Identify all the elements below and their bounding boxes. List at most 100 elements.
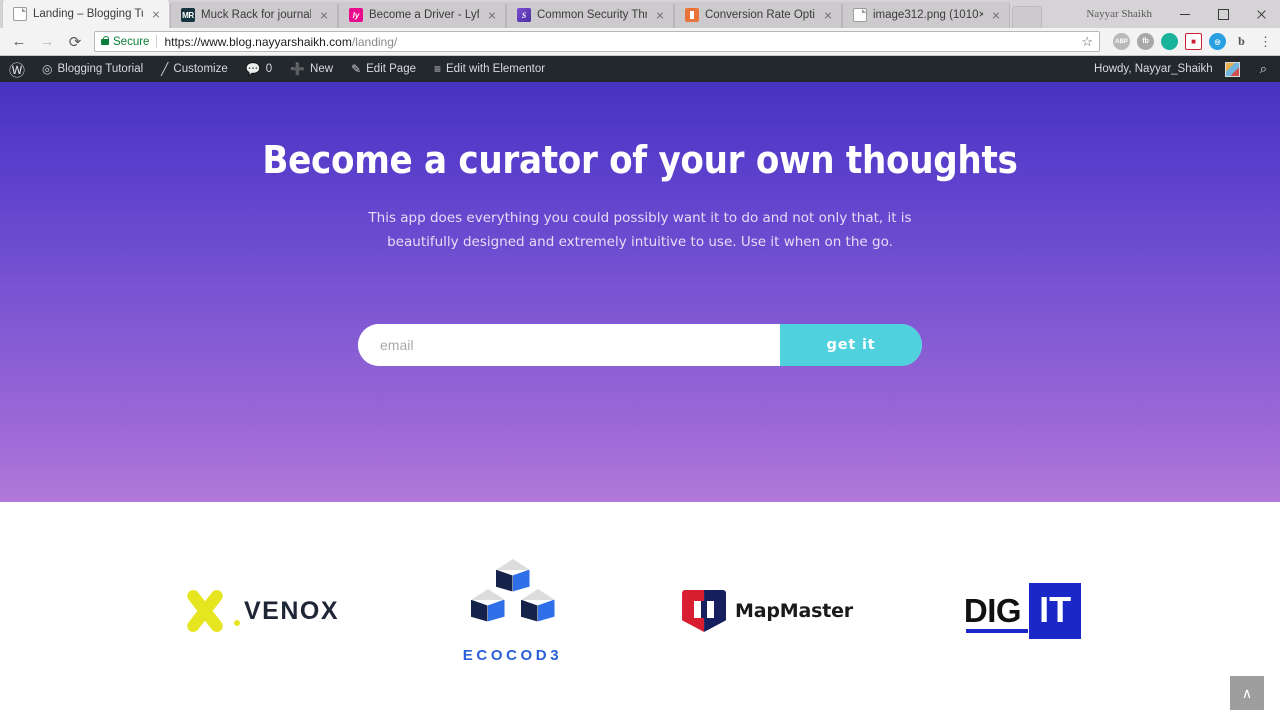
bitly-extension-icon[interactable]: b — [1233, 33, 1250, 50]
mapmaster-logo: MapMaster — [682, 590, 853, 632]
greeting-label: Howdy, Nayyar_Shaikh — [1094, 63, 1213, 75]
security-icon: S — [517, 8, 531, 22]
venox-dot-icon — [233, 620, 240, 626]
close-tab-icon[interactable] — [149, 7, 163, 21]
url-path: /landing/ — [351, 34, 398, 49]
admin-bar-label: Customize — [173, 63, 228, 75]
browser-tab-2[interactable]: MR Muck Rack for journalists — [170, 2, 338, 28]
lyft-icon: ly — [349, 8, 363, 22]
get-it-button[interactable]: get it — [780, 324, 922, 366]
browser-tab-3[interactable]: ly Become a Driver - Lyft — [338, 2, 506, 28]
admin-bar-item-comments[interactable]: 💬 0 — [237, 56, 281, 82]
ecocode-cubes-icon — [465, 558, 561, 637]
browser-tab-6[interactable]: image312.png (1010×41 — [842, 2, 1010, 28]
email-input[interactable] — [358, 324, 780, 366]
signup-form: get it — [358, 324, 922, 366]
wordpress-admin-bar: Ⓦ ◎ Blogging Tutorial ╱ Customize 💬 0 ➕ … — [0, 56, 1280, 82]
admin-bar-item-site-name[interactable]: ◎ Blogging Tutorial — [33, 56, 152, 82]
security-status-label: Secure — [113, 35, 150, 48]
admin-bar-right: Howdy, Nayyar_Shaikh ⌕ — [1085, 56, 1280, 82]
close-tab-icon[interactable] — [485, 8, 499, 22]
address-bar[interactable]: Secure https://www.blog.nayyarshaikh.com… — [94, 31, 1100, 52]
admin-bar-label: New — [310, 63, 334, 75]
tab-title: Common Security Threat — [537, 9, 647, 21]
admin-bar-item-customize[interactable]: ╱ Customize — [152, 56, 237, 82]
logo-venox: VENOX — [130, 584, 385, 638]
admin-bar-item-edit-with-elementor[interactable]: ≡ Edit with Elementor — [425, 56, 554, 82]
bookmark-star-icon[interactable]: ☆ — [1081, 34, 1093, 50]
facebook-pixel-extension-icon[interactable]: fb — [1137, 33, 1154, 50]
close-tab-icon[interactable] — [653, 8, 667, 22]
close-tab-icon[interactable] — [989, 8, 1003, 22]
comment-icon: 💬 — [245, 62, 261, 76]
muckrack-icon: MR — [181, 8, 195, 22]
close-tab-icon[interactable] — [317, 8, 331, 22]
window-controls: Nayyar Shaikh — [1086, 0, 1280, 28]
pencil-icon: ✎ — [351, 62, 362, 76]
logo-ecocode: ECOCOD3 — [385, 558, 640, 664]
ecocode-label: ECOCOD3 — [462, 646, 563, 664]
browser-tab-1[interactable]: Landing – Blogging Tutor — [2, 0, 170, 28]
paintbrush-icon: ╱ — [161, 62, 169, 76]
tab-title: image312.png (1010×41 — [873, 9, 983, 21]
blue-extension-icon[interactable]: ◎ — [1209, 33, 1226, 50]
digit-logo: DIG IT — [963, 583, 1082, 639]
wordpress-logo-icon[interactable]: Ⓦ — [2, 57, 33, 81]
page-title: Become a curator of your own thoughts — [262, 138, 1018, 182]
new-tab-button[interactable] — [1012, 6, 1042, 28]
scroll-to-top-button[interactable]: ∧ — [1230, 676, 1264, 710]
tab-title: Landing – Blogging Tutor — [33, 8, 143, 20]
admin-bar-label: 0 — [265, 63, 273, 75]
shield-extension-icon[interactable]: ■ — [1185, 33, 1202, 50]
minimize-icon[interactable] — [1166, 0, 1204, 28]
close-tab-icon[interactable] — [821, 8, 835, 22]
digit-dig-label: DIG — [963, 592, 1022, 629]
logo-mapmaster: MapMaster — [640, 590, 895, 632]
hero-subtext: This app does everything you could possi… — [368, 210, 912, 250]
admin-bar-greeting[interactable]: Howdy, Nayyar_Shaikh — [1085, 56, 1249, 82]
reload-icon[interactable]: ⟳ — [62, 29, 88, 55]
url-domain: https://www.blog.nayyarshaikh.com — [164, 34, 352, 49]
plus-icon: ➕ — [290, 62, 306, 76]
hero-section: Become a curator of your own thoughts Th… — [0, 82, 1280, 502]
maximize-icon[interactable] — [1204, 0, 1242, 28]
tab-title: Conversion Rate Optimiz — [705, 9, 815, 21]
forward-icon[interactable]: → — [34, 29, 60, 55]
browser-tab-5[interactable]: Conversion Rate Optimiz — [674, 2, 842, 28]
admin-bar-label: Edit Page — [366, 63, 416, 75]
tab-strip: Landing – Blogging Tutor MR Muck Rack fo… — [0, 0, 1280, 28]
client-logos-section: VENOX ECOCOD3 MapMaster DIG IT — [0, 502, 1280, 720]
lock-icon — [101, 35, 110, 45]
close-window-icon[interactable] — [1242, 0, 1280, 28]
admin-bar-label: Edit with Elementor — [446, 63, 546, 75]
green-extension-icon[interactable] — [1161, 33, 1178, 50]
chrome-browser-window: Landing – Blogging Tutor MR Muck Rack fo… — [0, 0, 1280, 720]
digit-it-label: IT — [1039, 589, 1072, 630]
adblock-plus-extension-icon[interactable]: ABP — [1113, 33, 1130, 50]
logo-digit: DIG IT — [895, 583, 1150, 639]
avatar — [1224, 61, 1240, 77]
browser-tab-4[interactable]: S Common Security Threat — [506, 2, 674, 28]
venox-label: VENOX — [243, 596, 340, 625]
tab-title: Become a Driver - Lyft — [369, 9, 479, 21]
venox-x-icon — [176, 584, 230, 638]
elementor-icon: ≡ — [434, 62, 442, 76]
mapmaster-shield-icon — [682, 590, 727, 632]
venox-logo: VENOX — [176, 584, 339, 638]
page-icon — [13, 7, 27, 21]
tab-title: Muck Rack for journalists — [201, 9, 311, 21]
cro-icon — [685, 8, 699, 22]
back-icon[interactable]: ← — [6, 29, 32, 55]
admin-bar-item-edit-page[interactable]: ✎ Edit Page — [342, 56, 425, 82]
digit-dig-wrap: DIG — [963, 592, 1029, 633]
divider — [156, 35, 158, 48]
admin-bar-label: Blogging Tutorial — [57, 63, 144, 75]
digit-it-box: IT — [1029, 583, 1082, 639]
browser-menu-icon[interactable]: ⋮ — [1259, 35, 1272, 48]
page-icon — [853, 8, 867, 22]
profile-name[interactable]: Nayyar Shaikh — [1086, 8, 1152, 20]
admin-bar-item-new[interactable]: ➕ New — [281, 56, 342, 82]
page-viewport: Become a curator of your own thoughts Th… — [0, 82, 1280, 720]
search-icon[interactable]: ⌕ — [1249, 61, 1280, 77]
mapmaster-label: MapMaster — [735, 600, 853, 622]
